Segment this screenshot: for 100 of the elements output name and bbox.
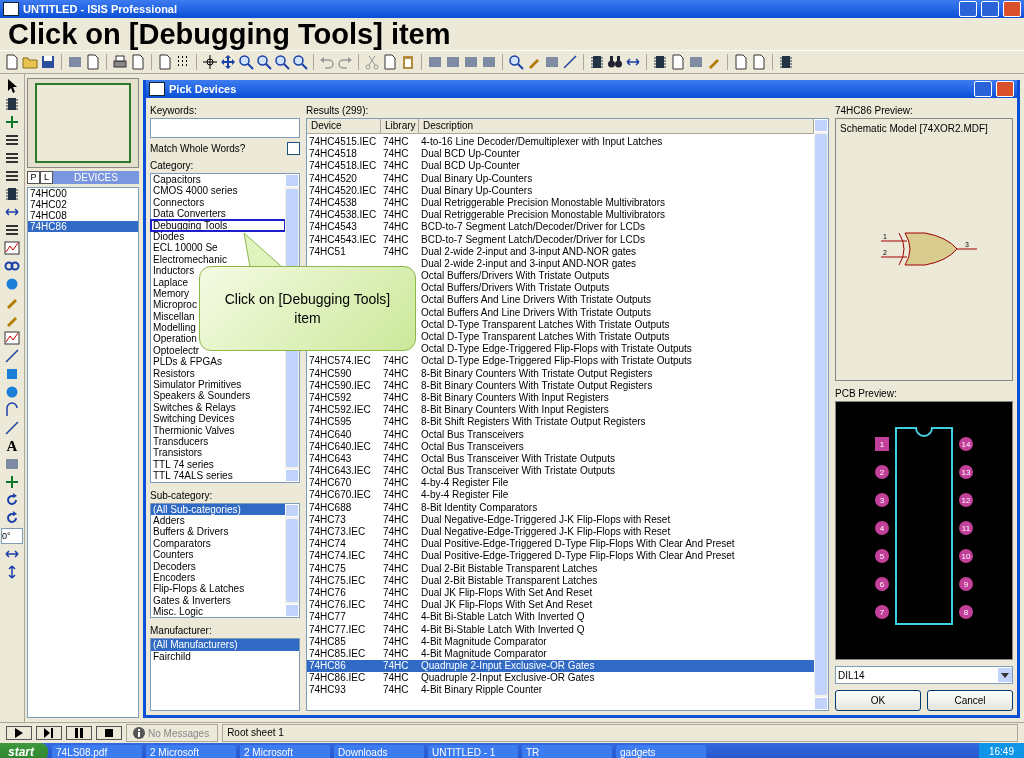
device-cell-text: 74HC74 [309,538,347,551]
device-cell-text: 74HC76.IEC [309,599,367,612]
description-cell-text: Dual 2-wide 2-input and 3-input AND-NOR gates [421,245,638,258]
device-cell-text: 74HC4543 [309,221,358,234]
pin-number: 7 [879,608,885,617]
library-cell-text: 74HC [383,428,410,441]
library-cell-text: 74HC [383,635,410,648]
device-cell-text: 74HC595 [309,416,353,429]
pin-number: 3 [879,496,885,505]
description-cell-text: Octal D-Type Transparent Latches With Tristate Outputs [421,318,671,331]
description-cell-text: 8-Bit Binary Counters With Tristate Output Registers [421,367,654,380]
library-cell-text: 74HC [383,196,410,210]
pin-number: 1 [879,440,885,449]
device-cell-text: 74HC75.IEC [309,574,367,587]
device-cell-text: 74HC74.IEC [309,550,367,563]
library-cell-text: 74HC [383,355,410,368]
sub-category-label: Sub-category: [150,488,214,503]
device-cell-text: 74HC592.IEC [309,404,372,417]
library-cell-text: 74HC [383,477,410,490]
library-cell-text: 74HC [383,379,410,392]
device-cell-text: 74HC73 [309,513,347,526]
manufacturer-label: Manufacturer: [150,624,213,639]
description-cell-text: Octal Buffers/Drivers With Tristate Outputs [421,270,611,283]
description-cell-text: Dual Binary Up-Counters [421,184,534,197]
device-cell-text: 74HC77.IEC [309,623,367,636]
description-cell-text: 4-to-16 Line Decoder/Demultiplexer with Input Latches [421,136,664,149]
pin-number: 5 [879,552,885,561]
description-cell-text: Quadruple 2-Input Exclusive-OR Gates [421,672,596,685]
library-cell-text: 74HC [383,611,410,624]
description-cell-text: Dual JK Flip-Flops With Set And Reset [421,599,594,612]
device-cell-text: 74HC640.IEC [309,440,372,453]
description-cell-text: Dual 2-Bit Bistable Transparent Latches [421,574,599,587]
description-cell-text: Dual Retriggerable Precision Monostable Multivibrators [421,209,666,222]
pcb-preview-label: PCB Preview: [835,387,898,401]
library-cell-text: 74HC [383,136,410,149]
description-cell-text: Dual Binary Up-Counters [421,172,534,185]
schematic-model-label: Schematic Model [74XOR2.MDF] [839,122,989,136]
description-cell-text: 4-Bit Bi-Stable Latch With Inverted Q [421,611,586,624]
library-cell-text: 74HC [383,367,410,380]
results-label: Results (299): [306,104,370,118]
device-cell-text: 74HC4518.IEC [309,160,378,173]
device-cell-text: 74HC4538.IEC [309,209,378,222]
description-cell-text: Octal D-Type Edge-Triggered Flip-Flops with Tristate Outputs [421,343,693,356]
device-cell-text: 74HC592 [309,391,353,405]
pin-number: 13 [961,468,971,477]
preview-label: 74HC86 Preview: [835,104,914,118]
device-cell-text: 74HC93 [309,684,347,697]
description-cell-text: Dual Retriggerable Precision Monostable Multivibrators [421,196,666,210]
pin-number: 4 [879,524,885,533]
library-cell-text: 74HC [383,501,410,514]
device-cell-text: 74HC643 [309,452,353,466]
library-cell-text: 74HC [383,404,410,417]
library-cell-text: 74HC [383,526,410,539]
device-cell-text: 74HC688 [309,501,353,514]
package-value: DIL14 [838,669,865,681]
description-cell-text: Octal D-Type Transparent Latches With Tristate Outputs [421,331,671,344]
description-cell-text: 4-Bit Binary Ripple Counter [421,684,544,697]
description-cell-text: 8-Bit Binary Counters With Input Registers [421,391,610,405]
description-cell-text: Octal Bus Transceiver With Tristate Outputs [421,452,616,466]
description-cell-text: Dual Positive-Edge-Triggered D-Type Flip-Flops With Clear And Preset [421,538,736,551]
window-title: UNTITLED - ISIS Professional [23,3,179,15]
device-cell-text: 74HC643.IEC [309,465,372,478]
pin-number: 12 [961,496,971,505]
library-cell-text: 74HC [383,172,410,185]
pin-number: 8 [963,608,969,617]
library-cell-text: 74HC [383,465,410,478]
description-cell-text: Dual 2-wide 2-input and 3-input AND-NOR gates [421,257,638,271]
library-cell-text: 74HC [383,209,410,222]
library-cell-text: 74HC [383,684,410,697]
description-cell-text: Dual Negative-Edge-Triggered J-K Flip-Flops with Reset [421,513,672,526]
device-cell-text: 74HC4515.IEC [309,136,378,149]
description-cell-text: Octal Bus Transceivers [421,428,525,441]
description-cell-text: 8-Bit Binary Counters With Tristate Output Registers [421,379,654,392]
dialog-title: Pick Devices [169,83,238,95]
keywords-label: Keywords: [150,104,198,118]
library-cell-text: 74HC [383,660,410,673]
library-cell-text: 74HC [383,452,410,466]
device-cell-text: 74HC574.IEC [309,355,372,368]
device-cell-text: 74HC51 [309,245,347,258]
device-cell-text: 74HC4520 [309,172,358,185]
library-cell-text: 74HC [383,672,410,685]
sheet-name: Root sheet 1 [222,724,1018,742]
library-cell-text: 74HC [383,245,410,258]
library-cell-text: 74HC [383,562,410,575]
device-cell-text: 74HC4538 [309,196,358,210]
device-cell-text: 74HC4520.IEC [309,184,378,197]
description-cell-text: Octal D-Type Edge-Triggered Flip-Flops with Tristate Outputs [421,355,693,368]
description-cell-text: Dual Positive-Edge-Triggered D-Type Flip-Flops With Clear And Preset [421,550,736,563]
description-cell-text: 4-by-4 Register File [421,489,510,502]
library-cell-text: 74HC [383,160,410,173]
description-cell-text: Dual 2-Bit Bistable Transparent Latches [421,562,599,575]
description-cell-text: Octal Buffers/Drivers With Tristate Outputs [421,282,611,295]
device-cell-text: 74HC670 [309,477,353,490]
library-cell-text: 74HC [383,489,410,502]
library-cell-text: 74HC [383,391,410,405]
library-cell-text: 74HC [383,574,410,587]
device-cell-text: 74HC73.IEC [309,526,367,539]
description-cell-text: 8-Bit Identity Comparators [421,501,539,514]
pin-number: 14 [961,440,971,449]
description-cell-text: Quadruple 2-Input Exclusive-OR Gates [421,660,596,673]
